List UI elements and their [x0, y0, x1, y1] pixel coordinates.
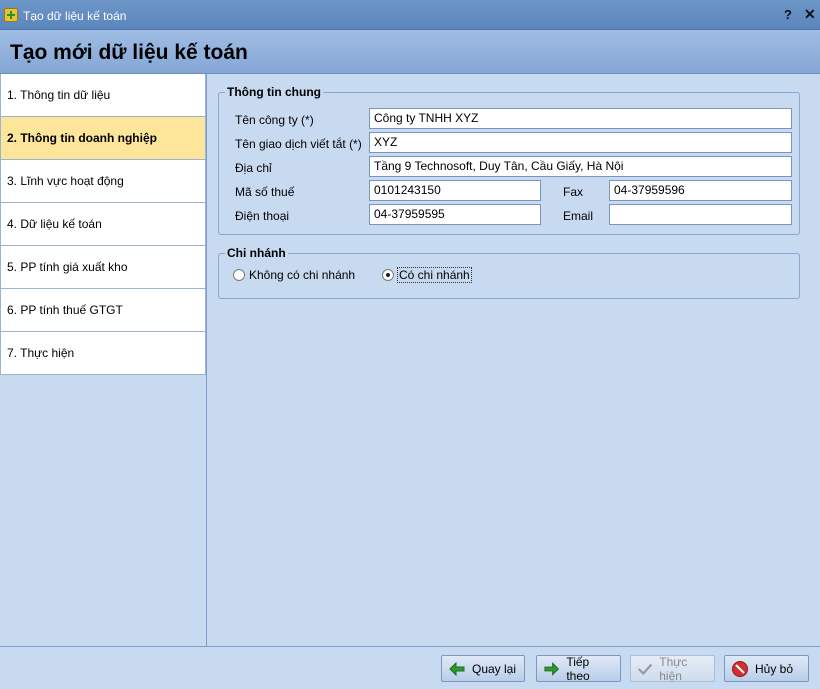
- execute-label: Thực hiện: [659, 654, 688, 683]
- tax-code-field[interactable]: 0101243150: [369, 180, 541, 201]
- help-button[interactable]: ?: [784, 7, 792, 22]
- branch-legend: Chi nhánh: [225, 246, 288, 260]
- address-label: Địa chỉ: [235, 161, 272, 175]
- app-add-icon: [4, 8, 18, 22]
- arrow-left-icon: [449, 661, 465, 676]
- execute-button[interactable]: Thực hiện: [630, 654, 715, 683]
- cancel-button[interactable]: Hủy bỏ: [724, 655, 809, 682]
- wizard-footer: Quay lại Tiếp theo Thực hiện Hủy bỏ: [0, 646, 820, 689]
- has-branch-radio-circle[interactable]: [382, 269, 394, 281]
- checkmark-icon: [638, 663, 653, 675]
- back-label: Quay lại: [472, 661, 517, 676]
- next-label: Tiếp theo: [566, 654, 590, 683]
- cancel-icon: [732, 660, 748, 677]
- window-title: Tạo dữ liệu kế toán: [23, 9, 127, 23]
- close-button[interactable]: ✕: [804, 6, 816, 23]
- email-label: Email: [563, 209, 594, 223]
- branch-group: Chi nhánh Không có chi nhánh Có chi nhán…: [218, 246, 800, 299]
- short-name-label: Tên giao dịch viết tắt (*): [235, 137, 362, 151]
- company-name-field[interactable]: Công ty TNHH XYZ: [369, 108, 792, 129]
- has-branch-radio[interactable]: Có chi nhánh: [382, 267, 472, 283]
- general-info-group: Thông tin chung Tên công ty (*) Công ty …: [218, 85, 800, 235]
- email-field[interactable]: [609, 204, 792, 225]
- wizard-steps-sidebar: 1. Thông tin dữ liệu 2. Thông tin doanh …: [0, 74, 207, 646]
- wizard-content: Thông tin chung Tên công ty (*) Công ty …: [208, 74, 820, 646]
- fax-label: Fax: [563, 185, 584, 199]
- no-branch-radio[interactable]: Không có chi nhánh: [233, 268, 355, 282]
- window-title-bar: Tạo dữ liệu kế toán ? ✕: [0, 0, 820, 30]
- fax-field[interactable]: 04-37959596: [609, 180, 792, 201]
- tax-code-label: Mã số thuế: [235, 185, 295, 199]
- back-button[interactable]: Quay lại: [441, 655, 525, 682]
- next-button[interactable]: Tiếp theo: [536, 654, 621, 683]
- short-name-field[interactable]: XYZ: [369, 132, 792, 153]
- company-name-label: Tên công ty (*): [235, 113, 314, 127]
- general-info-legend: Thông tin chung: [225, 85, 323, 99]
- arrow-right-icon: [544, 661, 560, 676]
- wizard-header: Tạo mới dữ liệu kế toán: [0, 30, 820, 74]
- has-branch-label[interactable]: Có chi nhánh: [397, 267, 472, 283]
- step-business-field[interactable]: 3. Lĩnh vực hoạt động: [0, 160, 206, 203]
- no-branch-radio-circle[interactable]: [233, 269, 245, 281]
- step-data-info[interactable]: 1. Thông tin dữ liệu: [0, 74, 206, 117]
- phone-field[interactable]: 04-37959595: [369, 204, 541, 225]
- address-field[interactable]: Tầng 9 Technosoft, Duy Tân, Cầu Giấy, Hà…: [369, 156, 792, 177]
- step-company-info[interactable]: 2. Thông tin doanh nghiệp: [0, 117, 206, 160]
- phone-label: Điện thoại: [235, 209, 290, 223]
- page-title: Tạo mới dữ liệu kế toán: [10, 41, 248, 64]
- step-vat-method[interactable]: 6. PP tính thuế GTGT: [0, 289, 206, 332]
- no-branch-label[interactable]: Không có chi nhánh: [249, 268, 355, 282]
- step-accounting-data[interactable]: 4. Dữ liệu kế toán: [0, 203, 206, 246]
- step-inventory-method[interactable]: 5. PP tính giá xuất kho: [0, 246, 206, 289]
- cancel-label: Hủy bỏ: [755, 661, 794, 676]
- step-execute[interactable]: 7. Thực hiện: [0, 332, 206, 375]
